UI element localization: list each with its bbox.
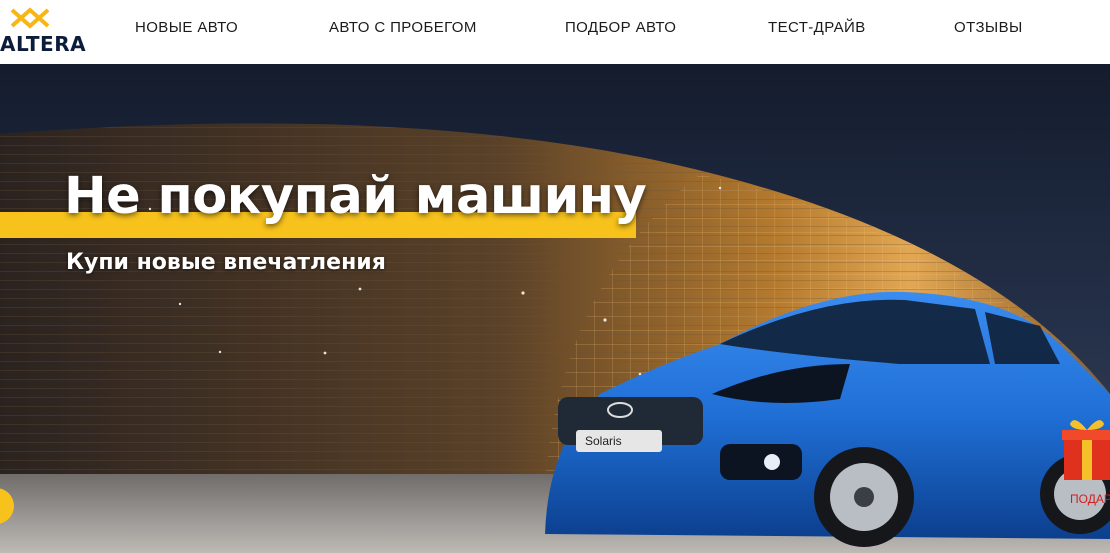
nav-item-reviews[interactable]: ОТЗЫВЫ: [954, 19, 1023, 36]
car-badge: Solaris: [585, 434, 622, 448]
gift-box-icon[interactable]: [1060, 414, 1110, 482]
nav-item-used-cars[interactable]: АВТО С ПРОБЕГОМ: [329, 19, 477, 36]
nav-item-test-drive[interactable]: ТЕСТ-ДРАЙВ: [768, 19, 866, 36]
site-header: ALTERA НОВЫЕ АВТО АВТО С ПРОБЕГОМ ПОДБОР…: [0, 0, 1110, 64]
hero-subheadline: Купи новые впечатления: [66, 250, 386, 275]
nav-item-new-cars[interactable]: НОВЫЕ АВТО: [135, 19, 238, 36]
nav-item-car-selection[interactable]: ПОДБОР АВТО: [565, 19, 676, 36]
hero-background-image: [0, 64, 1110, 553]
hero-headline: Не покупай машину: [64, 167, 647, 226]
gift-label[interactable]: ПОДАРОК: [1070, 492, 1110, 506]
main-nav: НОВЫЕ АВТО АВТО С ПРОБЕГОМ ПОДБОР АВТО Т…: [0, 19, 1110, 41]
hero-banner: Не покупай машину Купи новые впечатления…: [0, 64, 1110, 553]
